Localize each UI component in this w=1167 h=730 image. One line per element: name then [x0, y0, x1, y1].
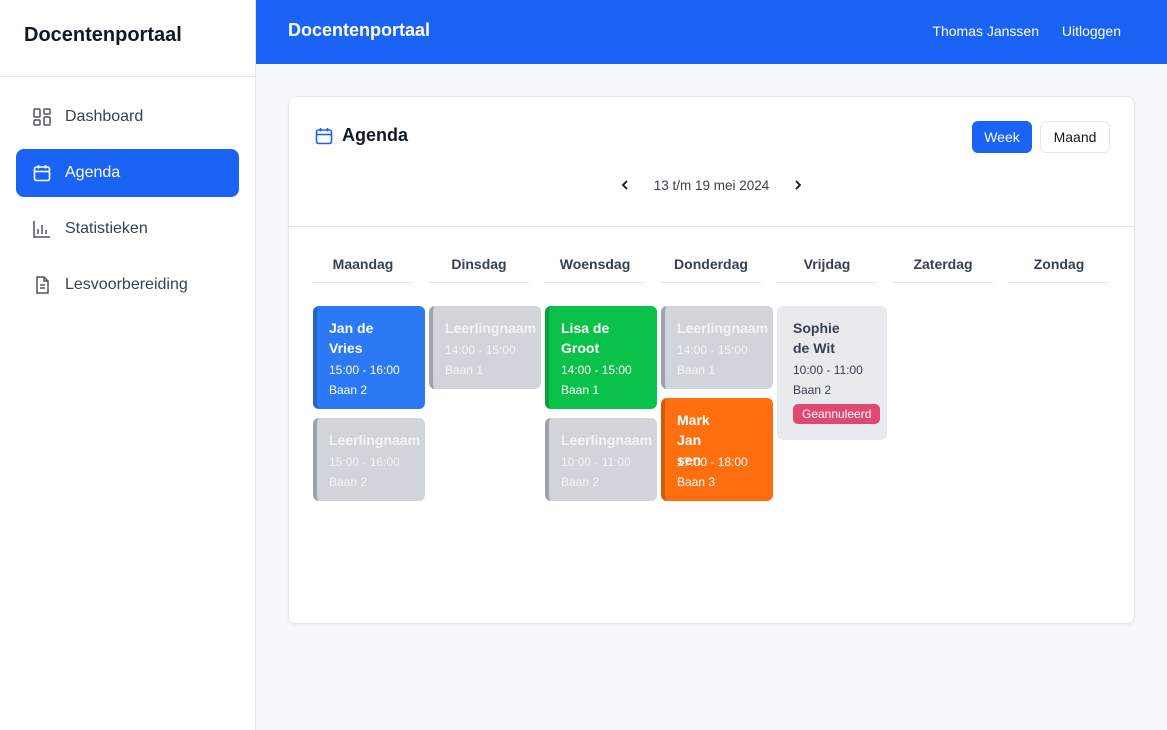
chevron-right-icon	[795, 180, 802, 190]
month-view-button[interactable]: Maand	[1040, 121, 1110, 153]
event-card[interactable]: Leerlingnaam 10:00 - 11:00 Baan 2	[545, 418, 657, 501]
bar-chart-icon	[32, 219, 52, 239]
event-lane: Baan 1	[445, 363, 484, 377]
sidebar-item-label: Dashboard	[65, 108, 144, 125]
sidebar-item-label: Statistieken	[65, 220, 148, 237]
event-name: Sophie de Wit	[793, 320, 840, 356]
sidebar-item-lesvoorbereiding[interactable]: Lesvoorbereiding	[16, 261, 239, 309]
dashboard-icon	[32, 107, 52, 127]
sidebar-item-statistieken[interactable]: Statistieken	[16, 205, 239, 253]
event-card[interactable]: Mark Jan sen 17:00 - 18:00 Baan 3	[661, 398, 773, 501]
top-header: Docentenportaal Thomas Janssen Uitloggen	[256, 0, 1167, 64]
event-card[interactable]: Lisa de Groot 14:00 - 15:00 Baan 1	[545, 306, 657, 409]
event-lane: Baan 2	[329, 383, 368, 397]
sidebar-item-label: Lesvoorbereiding	[65, 276, 188, 293]
day-header-zaterdag: Zaterdag	[893, 243, 993, 283]
event-lane: Baan 1	[677, 363, 716, 377]
sidebar-brand: Docentenportaal	[0, 0, 255, 77]
event-card[interactable]: Leerlingnaam 15:00 - 16:00 Baan 2	[313, 418, 425, 501]
event-name: Jan de Vries	[329, 320, 374, 356]
event-card-cancelled[interactable]: Sophie de Wit 10:00 - 11:00 Baan 2 Geann…	[777, 306, 887, 440]
logout-link[interactable]: Uitloggen	[1062, 23, 1121, 39]
event-lane: Baan 2	[561, 475, 600, 489]
event-card[interactable]: Leerlingnaam 14:00 - 15:00 Baan 1	[661, 306, 773, 389]
calendar-icon	[315, 127, 333, 144]
cancelled-badge: Geannuleerd	[793, 404, 881, 424]
event-time: 15:00 - 16:00	[329, 455, 400, 469]
sidebar-item-label: Agenda	[65, 164, 121, 181]
sidebar-item-dashboard[interactable]: Dashboard	[16, 93, 239, 141]
week-range-label: 13 t/m 19 mei 2024	[653, 177, 770, 193]
event-lane: Baan 1	[561, 383, 600, 397]
sidebar: Docentenportaal Dashboard Agenda Statist…	[0, 0, 256, 730]
chevron-left-icon	[621, 180, 628, 190]
agenda-title-text: Agenda	[342, 125, 409, 145]
document-icon	[32, 275, 52, 295]
agenda-header: Agenda Week Maand 13 t/m 19 mei 2024	[289, 97, 1134, 227]
week-navigator: 13 t/m 19 mei 2024	[289, 175, 1134, 195]
agenda-card: Agenda Week Maand 13 t/m 19 mei 2024 Maa…	[288, 96, 1135, 624]
agenda-title: Agenda	[314, 125, 408, 146]
day-header-woensdag: Woensdag	[545, 243, 645, 283]
day-header-dinsdag: Dinsdag	[429, 243, 529, 283]
event-lane: Baan 3	[677, 475, 716, 489]
event-card[interactable]: Jan de Vries 15:00 - 16:00 Baan 2	[313, 306, 425, 409]
event-name: Leerlingnaam	[561, 432, 653, 448]
event-name: Lisa de Groot	[561, 320, 610, 356]
event-time: 14:00 - 15:00	[677, 343, 748, 357]
next-week-button[interactable]	[783, 175, 813, 195]
event-time: 10:00 - 11:00	[561, 455, 631, 469]
event-card[interactable]: Leerlingnaam 14:00 - 15:00 Baan 1	[429, 306, 541, 389]
day-header-maandag: Maandag	[313, 243, 413, 283]
event-time: 14:00 - 15:00	[445, 343, 516, 357]
day-header-vrijdag: Vrijdag	[777, 243, 877, 283]
header-title: Docentenportaal	[288, 20, 431, 40]
event-time: 10:00 - 11:00	[793, 363, 863, 377]
sidebar-item-agenda[interactable]: Agenda	[16, 149, 239, 197]
event-lane: Baan 2	[329, 475, 368, 489]
event-name: Leerlingnaam	[677, 320, 769, 336]
event-time: 15:00 - 16:00	[329, 363, 400, 377]
calendar-icon	[32, 163, 52, 183]
event-time: 14:00 - 15:00	[561, 363, 632, 377]
day-header-donderdag: Donderdag	[661, 243, 761, 283]
previous-week-button[interactable]	[610, 175, 640, 195]
event-name: Leerlingnaam	[329, 432, 421, 448]
event-name: Mark Jan sen	[677, 412, 710, 468]
user-name: Thomas Janssen	[932, 23, 1039, 39]
sidebar-nav: Dashboard Agenda Statistieken Lesvoorber…	[0, 77, 255, 333]
event-lane: Baan 2	[793, 383, 832, 397]
event-name: Leerlingnaam	[445, 320, 537, 336]
week-view-button[interactable]: Week	[972, 121, 1032, 153]
event-time: 17:00 - 18:00	[677, 455, 748, 469]
day-header-zondag: Zondag	[1009, 243, 1109, 283]
